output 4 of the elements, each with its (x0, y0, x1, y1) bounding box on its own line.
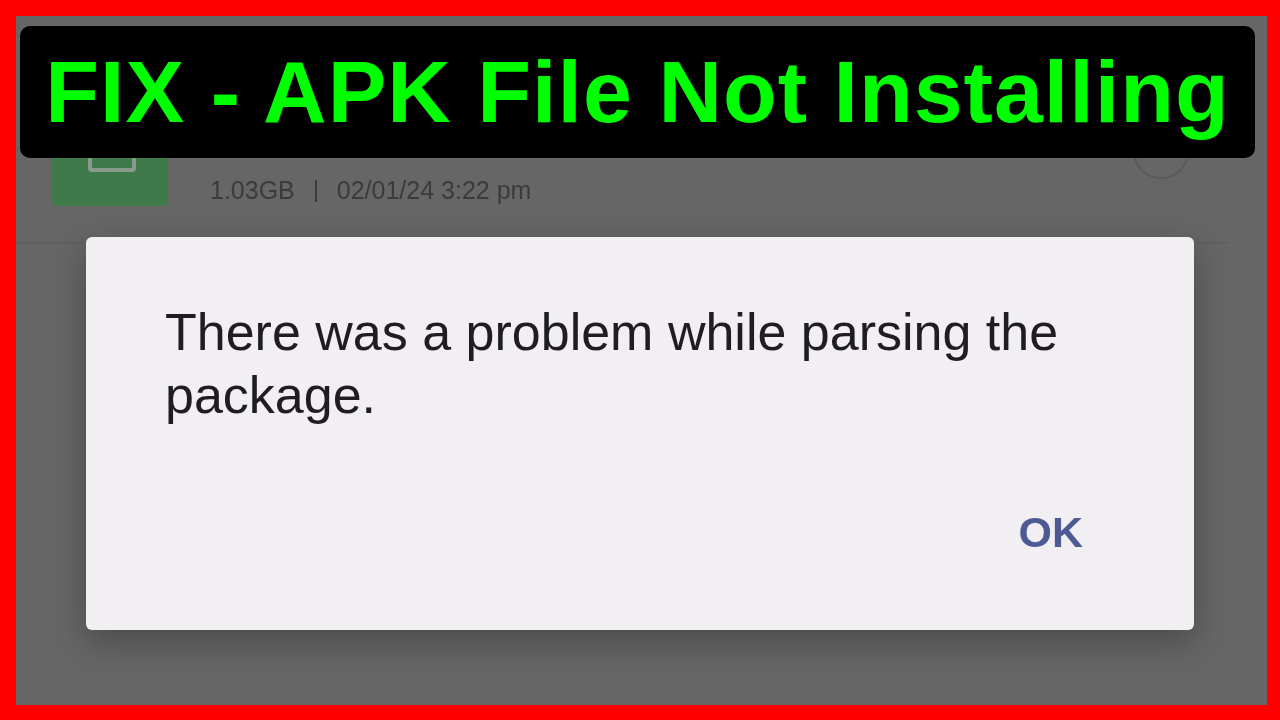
file-icon (52, 158, 168, 206)
ok-button[interactable]: OK (1002, 505, 1099, 561)
dialog-message: There was a problem while parsing the package. (165, 302, 1060, 426)
radio-icon[interactable] (1133, 158, 1189, 179)
